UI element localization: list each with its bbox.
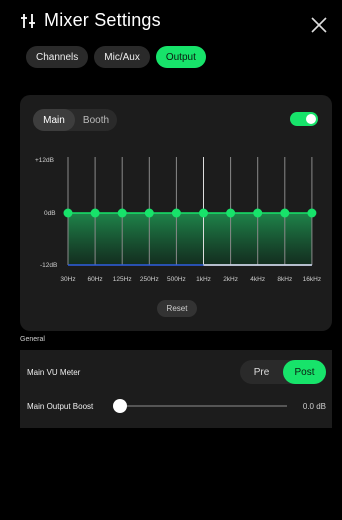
tab-channels[interactable]: Channels (26, 46, 89, 68)
eq-band-handle[interactable] (199, 208, 208, 218)
freq-label: 1kHz (196, 276, 211, 283)
output-boost-label: Main Output Boost (27, 402, 94, 411)
output-boost-slider-thumb[interactable] (113, 399, 127, 413)
eq-band-handle[interactable] (63, 208, 73, 218)
tab-mic-aux[interactable]: Mic/Aux (94, 46, 150, 68)
db-label-top: +12dB (35, 157, 54, 164)
eq-band-handle[interactable] (253, 208, 263, 218)
db-label-mid: 0dB (44, 210, 56, 217)
eq-card: Main Booth +12dB 0dB -12dB 30Hz 60Hz 125Hz… (20, 95, 332, 331)
eq-band-handle[interactable] (226, 208, 236, 218)
page-title: Mixer Settings (44, 10, 161, 30)
title-wrap: Mixer Settings (18, 10, 161, 31)
close-icon[interactable] (310, 16, 328, 34)
freq-label: 250Hz (139, 276, 159, 283)
general-section-label: General (20, 336, 45, 343)
eq-fill-area (68, 213, 312, 265)
eq-graph (63, 157, 317, 266)
output-boost-slider-track[interactable] (120, 405, 287, 407)
vu-meter-selector: Pre Post (240, 360, 326, 384)
db-label-bottom: -12dB (40, 262, 58, 269)
freq-label: 30Hz (60, 276, 76, 283)
eq-band-handle[interactable] (171, 208, 181, 218)
general-card: Main VU Meter Pre Post Main Output Boost… (20, 350, 332, 428)
eq-band-handle[interactable] (144, 208, 154, 218)
eq-band-handle[interactable] (117, 208, 127, 218)
freq-label: 60Hz (87, 276, 103, 283)
mixer-icon (21, 13, 35, 28)
freq-label: 125Hz (112, 276, 132, 283)
vu-pre-button[interactable]: Pre (240, 360, 283, 384)
eq-band-handle[interactable] (90, 208, 100, 218)
vu-post-button[interactable]: Post (283, 360, 326, 384)
freq-label: 4kHz (250, 276, 266, 283)
tab-output[interactable]: Output (155, 46, 206, 68)
freq-label: 500Hz (166, 276, 186, 283)
output-boost-value: 0.0 dB (302, 402, 326, 411)
eq-band-handle[interactable] (280, 208, 290, 218)
tab-bar: Channels Mic/Aux Output (26, 46, 206, 68)
freq-label: 16kHz (302, 276, 322, 283)
reset-button[interactable]: Reset (157, 300, 197, 317)
eq-band-handle[interactable] (307, 208, 317, 218)
freq-label: 2kHz (223, 276, 238, 283)
vu-meter-label: Main VU Meter (27, 368, 81, 377)
freq-label: 8kHz (277, 276, 293, 283)
header: Mixer Settings (0, 0, 342, 44)
